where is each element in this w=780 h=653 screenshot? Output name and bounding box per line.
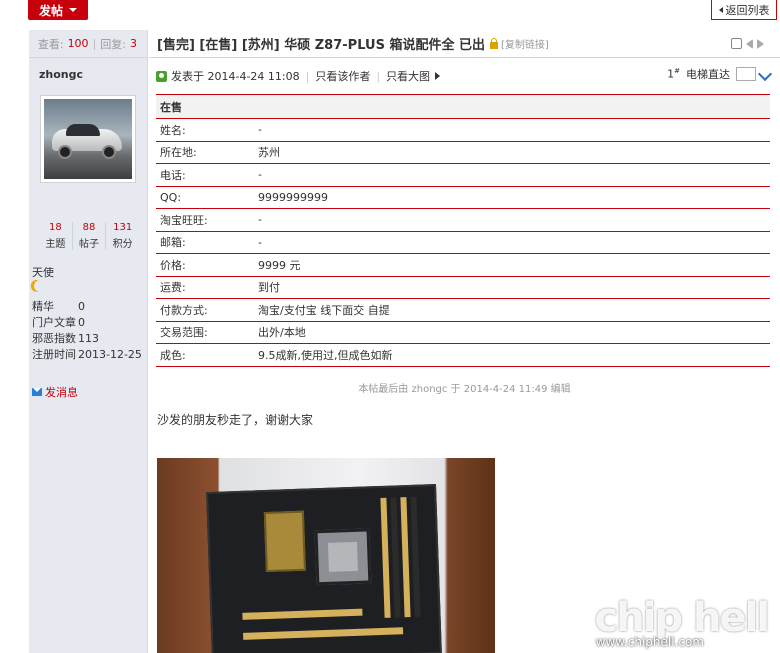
- send-message-label: 发消息: [45, 386, 78, 399]
- back-to-list-button[interactable]: 返回列表: [711, 0, 777, 20]
- dimm-slot-shape: [390, 497, 401, 618]
- table-row: 所在地: 苏州: [156, 142, 770, 164]
- edit-note: 本帖最后由 zhongc 于 2014-4-24 11:49 编辑: [358, 384, 571, 395]
- floor-number: 1#: [667, 67, 680, 81]
- jump-label: 电梯直达: [686, 68, 730, 81]
- pcie-slot-shape: [242, 608, 363, 620]
- author-username[interactable]: zhongc: [39, 68, 83, 81]
- watermark-url: www.chiphell.com: [595, 635, 704, 649]
- caret-right-icon: [435, 72, 441, 80]
- new-post-button[interactable]: 发帖: [28, 0, 88, 20]
- car-wheel-front: [58, 145, 72, 159]
- watermark-logo: chip hell: [594, 595, 770, 641]
- table-row: 价格: 9999 元: [156, 254, 770, 277]
- table-row: QQ: 9999999999: [156, 187, 770, 209]
- count-points[interactable]: 131 积分: [106, 222, 139, 250]
- info-row: 门户文章 0: [32, 314, 144, 330]
- views-count: 100: [67, 37, 89, 50]
- meta-separator: |: [305, 69, 310, 83]
- info-row: 精华 0: [32, 298, 144, 314]
- info-value: 0: [78, 299, 85, 313]
- floor-jump-input[interactable]: [736, 67, 756, 81]
- cpu-socket-shape: [314, 528, 372, 586]
- replies-count: 3: [130, 37, 137, 50]
- heatsink-shape: [263, 510, 306, 573]
- print-icon[interactable]: [731, 38, 742, 49]
- count-value: 131: [113, 222, 133, 233]
- top-bar: 发帖 返回列表: [0, 0, 780, 24]
- meta-separator: |: [376, 69, 381, 83]
- info-key: 邪恶指数: [32, 332, 76, 345]
- next-thread-icon[interactable]: [757, 39, 764, 49]
- table-row: 运费: 到付: [156, 277, 770, 299]
- post-main: [售完] [在售] [苏州] 华硕 Z87-PLUS 箱说配件全 已出 [复制链…: [149, 30, 780, 653]
- info-value: 113: [78, 331, 99, 345]
- table-header: 在售: [156, 95, 770, 119]
- site-watermark: chip hell: [594, 595, 770, 641]
- new-post-label: 发帖: [38, 3, 63, 18]
- copy-link-button[interactable]: [复制链接]: [501, 36, 549, 51]
- info-key: 精华: [32, 300, 54, 313]
- chevron-down-icon: [69, 8, 77, 12]
- user-counts: 18 主题 88 帖子 131 积分: [39, 222, 139, 250]
- dimm-slot-shape: [380, 497, 391, 618]
- motherboard-photo[interactable]: [157, 458, 495, 653]
- car-wheel-rear: [102, 145, 116, 159]
- large-image-link[interactable]: 只看大图: [386, 68, 430, 84]
- motherboard-shape: [206, 484, 442, 653]
- dimm-slot-shape: [410, 496, 421, 617]
- previous-thread-icon[interactable]: [746, 39, 753, 49]
- back-to-list-label: 返回列表: [725, 3, 770, 17]
- count-posts[interactable]: 88 帖子: [73, 222, 107, 250]
- wrench-icon[interactable]: [757, 66, 773, 82]
- avatar-car-image: [44, 99, 132, 179]
- count-value: 88: [82, 222, 96, 233]
- author-sidebar: 查看: 100 | 回复: 3 zhongc 18 主题 88 帖子 131 积…: [29, 30, 148, 653]
- table-row: 姓名: -: [156, 119, 770, 142]
- table-row: 邮箱: -: [156, 232, 770, 254]
- send-message-link[interactable]: 发消息: [32, 384, 78, 400]
- info-value: 2013-12-25: [78, 347, 142, 361]
- chevron-left-icon: [718, 6, 723, 13]
- sale-info-table: 在售 姓名: - 所在地: 苏州 电话: - QQ: 9999999999 淘宝旺旺: -…: [156, 94, 770, 367]
- info-key: 门户文章: [32, 316, 76, 329]
- user-info-list: 精华 0 门户文章 0 邪恶指数 113 注册时间 2013-12-25: [32, 298, 144, 362]
- dimm-slot-shape: [400, 497, 411, 618]
- table-row: 付款方式: 淘宝/支付宝 线下面交 自提: [156, 299, 770, 322]
- stats-separator: |: [92, 37, 97, 50]
- post-date: 发表于 2014-4-24 11:08: [171, 70, 300, 83]
- thread-stats: 查看: 100 | 回复: 3: [29, 30, 147, 58]
- title-actions: [731, 38, 764, 49]
- thread-title: [售完] [在售] [苏州] 华硕 Z87-PLUS 箱说配件全 已出: [157, 38, 485, 53]
- post-meta: 发表于 2014-4-24 11:08 | 只看该作者 | 只看大图: [156, 68, 441, 84]
- count-threads[interactable]: 18 主题: [39, 222, 73, 250]
- car-window-shape: [66, 124, 100, 136]
- count-label: 帖子: [79, 239, 99, 250]
- thread-title-bar: [售完] [在售] [苏州] 华硕 Z87-PLUS 箱说配件全 已出 [复制链…: [149, 30, 780, 58]
- table-row: 淘宝旺旺: -: [156, 209, 770, 232]
- count-label: 积分: [112, 239, 133, 250]
- pcie-slot-shape: [243, 627, 404, 640]
- moon-icon: [32, 278, 47, 293]
- table-row: 交易范围: 出外/本地: [156, 322, 770, 344]
- only-author-link[interactable]: 只看该作者: [315, 68, 370, 84]
- info-key: 注册时间: [32, 348, 76, 361]
- user-rank: 天使: [32, 266, 54, 279]
- info-value: 0: [78, 315, 85, 329]
- replies-label: 回复:: [100, 37, 126, 51]
- table-row: 成色: 9.5成新,使用过,但成色如新: [156, 344, 770, 367]
- avatar[interactable]: [40, 95, 136, 183]
- envelope-icon: [32, 388, 42, 396]
- count-label: 主题: [45, 239, 66, 250]
- post-content: 沙发的朋友秒走了，谢谢大家: [157, 413, 314, 427]
- count-value: 18: [48, 222, 62, 233]
- table-row: 电话: -: [156, 164, 770, 187]
- info-row: 邪恶指数 113: [32, 330, 144, 346]
- views-label: 查看:: [37, 37, 64, 51]
- lock-icon: [489, 38, 498, 49]
- online-status-icon: [156, 70, 167, 82]
- floor-jump: 1# 电梯直达: [667, 66, 773, 82]
- info-row: 注册时间 2013-12-25: [32, 346, 144, 362]
